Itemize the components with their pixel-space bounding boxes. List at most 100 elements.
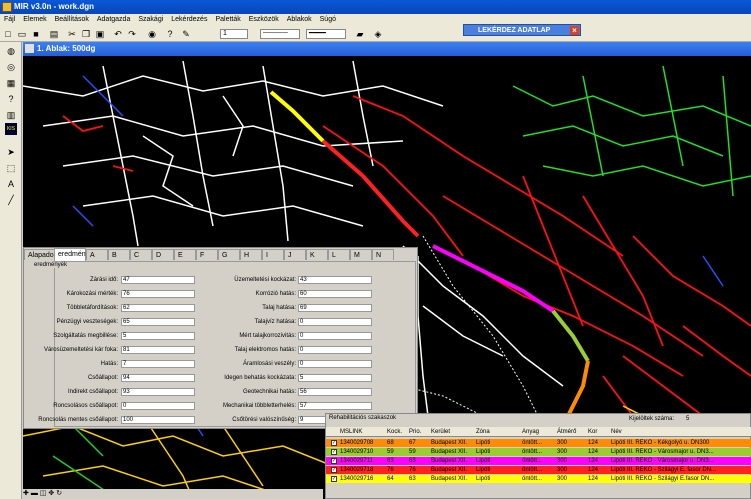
tab-0[interactable]: Alapadok <box>24 249 57 260</box>
line-icon[interactable]: ╱ <box>5 194 17 206</box>
close-icon[interactable]: × <box>570 26 579 35</box>
column-header[interactable]: Kerület <box>431 427 475 437</box>
menu-item[interactable]: Fájl <box>0 14 19 26</box>
text-icon[interactable]: A <box>5 178 17 190</box>
field-value[interactable]: 0 <box>298 318 372 326</box>
cut-icon[interactable]: ✂ <box>66 28 78 40</box>
level-select[interactable]: 1 <box>220 29 248 39</box>
query-icon[interactable]: ◉ <box>146 28 158 40</box>
row-checkbox[interactable]: ✓ <box>331 440 337 446</box>
tab-3[interactable]: B <box>108 249 130 260</box>
field-value[interactable]: 43 <box>298 276 372 284</box>
column-header[interactable]: Kor <box>588 427 609 437</box>
tab-13[interactable]: L <box>328 249 350 260</box>
refresh-icon[interactable]: ↻ <box>56 490 62 497</box>
tab-9[interactable]: H <box>240 249 262 260</box>
menu-item[interactable]: Adatgazda <box>93 14 134 26</box>
line-weight-select[interactable]: ━━━━ <box>306 29 346 39</box>
menu-item[interactable]: Eszközök <box>245 14 283 26</box>
field-value[interactable]: 0 <box>121 402 195 410</box>
column-header[interactable]: MSLINK <box>340 427 386 437</box>
line-style-select[interactable]: ───── <box>260 29 300 39</box>
tab-10[interactable]: I <box>262 249 284 260</box>
tab-6[interactable]: E <box>174 249 196 260</box>
print-icon[interactable]: ▤ <box>48 28 60 40</box>
row-checkbox[interactable]: ✓ <box>331 467 337 473</box>
table-row[interactable]: ✓ 1340029708 68 67 Budapest XII. Lipóti öntött… <box>326 439 751 447</box>
field-value[interactable]: 47 <box>121 276 195 284</box>
help-icon[interactable]: ? <box>164 28 176 40</box>
tab-4[interactable]: C <box>130 249 152 260</box>
table-row[interactable]: ✓ 1340029718 76 76 Budapest XII. Lipóti öntött… <box>326 466 751 474</box>
row-checkbox[interactable]: ✓ <box>331 458 337 464</box>
level-display-icon[interactable]: ◈ <box>372 28 384 40</box>
field-value[interactable]: 5 <box>121 332 195 340</box>
field-value[interactable]: 60 <box>298 290 372 298</box>
layers-icon[interactable]: ◎ <box>5 61 17 73</box>
column-header[interactable]: Átmérő <box>557 427 586 437</box>
tab-12[interactable]: K <box>306 249 328 260</box>
table-row[interactable]: ✓ 1340029711 63 63 Budapest XII. Lipóti öntött… <box>326 457 751 465</box>
redo-icon[interactable]: ↷ <box>126 28 138 40</box>
tab-1[interactable]: eredmény <box>54 248 89 261</box>
tab-5[interactable]: D <box>152 249 174 260</box>
menu-item[interactable]: Lekérdezés <box>167 14 211 26</box>
field-value[interactable]: 69 <box>298 304 372 312</box>
field-value[interactable]: 57 <box>298 402 372 410</box>
tab-8[interactable]: G <box>218 249 240 260</box>
zoom-out-icon[interactable]: ▬ <box>31 490 38 497</box>
field-value[interactable]: 81 <box>121 346 195 354</box>
tab-2[interactable]: A <box>86 249 108 260</box>
paste-icon[interactable]: ▣ <box>94 28 106 40</box>
open-folder-icon[interactable]: ▭ <box>16 28 28 40</box>
field-value[interactable]: 62 <box>121 304 195 312</box>
field-value[interactable]: 94 <box>121 374 195 382</box>
menu-item[interactable]: Beállítások <box>51 14 93 26</box>
column-header[interactable]: Anyag <box>522 427 555 437</box>
globe-icon[interactable]: ◍ <box>5 45 17 57</box>
tab-11[interactable]: J <box>284 249 306 260</box>
column-header[interactable]: Név <box>611 427 749 437</box>
table-row[interactable]: ✓ 1340029716 64 63 Budapest XII. Lipóti öntött… <box>326 475 751 483</box>
undo-icon[interactable]: ↶ <box>112 28 124 40</box>
pan-icon[interactable]: ✥ <box>48 490 54 497</box>
pointer-icon[interactable]: ➤ <box>5 146 17 158</box>
tab-7[interactable]: F <box>196 249 218 260</box>
fill-icon[interactable]: ▰ <box>354 28 366 40</box>
field-value[interactable]: 0 <box>298 346 372 354</box>
column-header[interactable]: Kock. <box>387 427 407 437</box>
row-checkbox[interactable]: ✓ <box>331 476 337 482</box>
field-value[interactable]: 5 <box>298 374 372 382</box>
menu-item[interactable]: Paletták <box>211 14 244 26</box>
tab-14[interactable]: M <box>350 249 372 260</box>
save-icon[interactable]: ■ <box>30 28 42 40</box>
tab-15[interactable]: N <box>372 249 394 260</box>
field-value[interactable]: 93 <box>121 388 195 396</box>
select-box-icon[interactable]: ⬚ <box>5 162 17 174</box>
column-header[interactable]: Zóna <box>476 427 520 437</box>
field-value[interactable]: 65 <box>121 318 195 326</box>
chart-icon[interactable]: ▥ <box>5 109 17 121</box>
field-value[interactable]: 76 <box>121 290 195 298</box>
gis-badge[interactable]: KIS <box>5 123 17 135</box>
new-file-icon[interactable]: □ <box>2 28 14 40</box>
field-value[interactable]: 100 <box>121 416 195 424</box>
field-value[interactable]: 7 <box>121 360 195 368</box>
field-value[interactable]: 56 <box>298 388 372 396</box>
table-icon[interactable]: ▦ <box>5 77 17 89</box>
zoom-in-icon[interactable]: ✚ <box>23 490 29 497</box>
query-datasheet-bar[interactable]: LEKÉRDEZ ADATLAP × <box>463 24 581 36</box>
menu-item[interactable]: Szakági <box>134 14 167 26</box>
row-checkbox[interactable]: ✓ <box>331 449 337 455</box>
question-icon[interactable]: ? <box>5 93 17 105</box>
fit-view-icon[interactable]: ◫ <box>40 490 47 497</box>
table-row[interactable]: ✓ 1340029710 59 59 Budapest XII. Lipóti öntött… <box>326 448 751 456</box>
menu-item[interactable]: Ablakok <box>283 14 316 26</box>
field-value[interactable]: 0 <box>298 360 372 368</box>
copy-icon[interactable]: ❐ <box>80 28 92 40</box>
pen-icon[interactable]: ✎ <box>180 28 192 40</box>
column-header[interactable]: Prio. <box>409 427 429 437</box>
menu-item[interactable]: Elemek <box>19 14 50 26</box>
field-value[interactable]: 0 <box>298 332 372 340</box>
menu-item[interactable]: Súgó <box>316 14 340 26</box>
